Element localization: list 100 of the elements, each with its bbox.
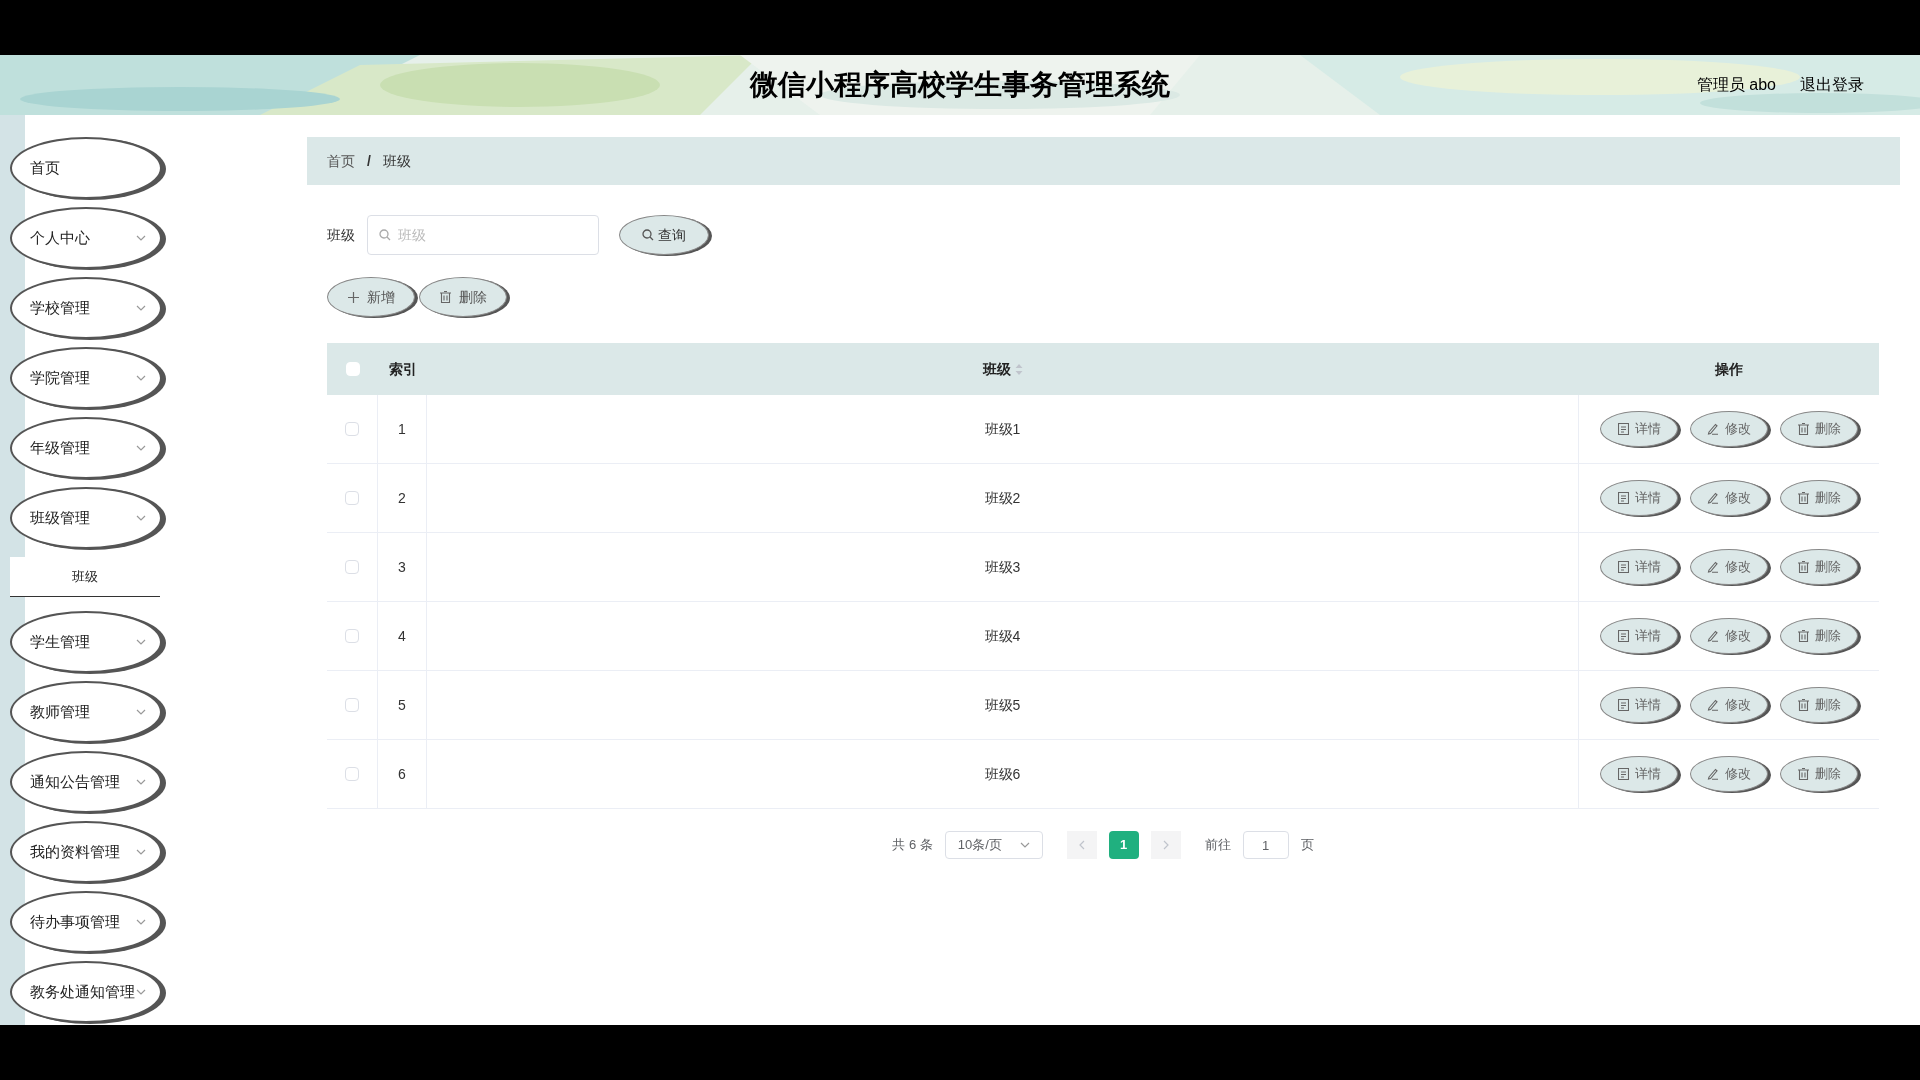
chevron-icon <box>136 919 146 925</box>
detail-button[interactable]: 详情 <box>1600 618 1678 654</box>
chevron-icon <box>136 989 146 995</box>
trash-icon <box>1797 423 1809 435</box>
search-icon <box>642 229 654 241</box>
table-cell-text: 班级4 <box>984 626 1021 646</box>
app-title: 微信小程序高校学生事务管理系统 <box>750 68 1170 102</box>
sidebar-item[interactable]: 我的资料管理 <box>10 821 162 883</box>
delete-button[interactable]: 删除 <box>1780 687 1858 723</box>
chevron-icon <box>136 235 146 241</box>
sidebar-item[interactable]: 教师管理 <box>10 681 162 743</box>
checkbox[interactable] <box>345 767 359 781</box>
checkbox[interactable] <box>345 560 359 574</box>
edit-button[interactable]: 修改 <box>1690 618 1768 654</box>
detail-button[interactable]: 详情 <box>1600 480 1678 516</box>
table-cell-text: 3 <box>398 557 406 577</box>
document-icon <box>1617 630 1629 642</box>
chevron-right-icon <box>1162 840 1169 850</box>
document-icon <box>1617 492 1629 504</box>
document-icon <box>1617 423 1629 435</box>
delete-button[interactable]: 删除 <box>1780 756 1858 792</box>
detail-button[interactable]: 详情 <box>1600 411 1678 447</box>
pencil-icon <box>1707 423 1719 435</box>
delete-button[interactable]: 删除 <box>419 277 507 317</box>
plus-icon <box>347 291 359 303</box>
search-field[interactable]: 班级 <box>367 215 599 255</box>
breadcrumb-link[interactable]: 首页 <box>327 150 355 172</box>
document-icon <box>1617 561 1629 573</box>
search-button[interactable]: 查询 <box>619 215 709 255</box>
checkbox[interactable] <box>345 629 359 643</box>
sidebar-item[interactable]: 学生管理 <box>10 611 162 673</box>
checkbox[interactable] <box>345 698 359 712</box>
chevron-icon <box>136 445 146 451</box>
submenu-item[interactable]: 班级 <box>10 557 160 597</box>
table-cell-text: 班级1 <box>984 419 1021 439</box>
chevron-icon <box>136 849 146 855</box>
sidebar-item[interactable]: 教务处通知管理 <box>10 961 162 1023</box>
page-input[interactable]: 1 <box>1242 831 1289 859</box>
chevron-left-icon <box>1078 840 1085 850</box>
checkbox[interactable] <box>345 491 359 505</box>
user-name: 管理员 abo <box>1696 75 1776 95</box>
chevron-icon <box>1019 842 1030 848</box>
delete-button[interactable]: 删除 <box>1780 411 1858 447</box>
edit-button[interactable]: 修改 <box>1690 549 1768 585</box>
edit-button[interactable]: 修改 <box>1690 480 1768 516</box>
sidebar-item[interactable]: 首页 <box>10 137 162 199</box>
table-cell-text: 班级3 <box>984 557 1021 577</box>
add-button[interactable]: 新增 <box>327 277 415 317</box>
chevron-icon <box>136 305 146 311</box>
sidebar-item[interactable]: 个人中心 <box>10 207 162 269</box>
table-cell-text: 6 <box>398 764 406 784</box>
chevron-icon <box>136 515 146 521</box>
goto-label: 前往 <box>1204 836 1231 855</box>
breadcrumb-separator: / <box>367 151 371 171</box>
trash-icon <box>1797 768 1809 780</box>
sidebar-item[interactable]: 待办事项管理 <box>10 891 162 953</box>
trash-icon <box>1797 699 1809 711</box>
table-cell-text: 5 <box>398 695 406 715</box>
sort-icon[interactable] <box>1015 363 1023 375</box>
detail-button[interactable]: 详情 <box>1600 687 1678 723</box>
sidebar-item[interactable]: 学院管理 <box>10 347 162 409</box>
edit-button[interactable]: 修改 <box>1690 756 1768 792</box>
delete-button[interactable]: 删除 <box>1780 549 1858 585</box>
edit-button[interactable]: 修改 <box>1690 687 1768 723</box>
pencil-icon <box>1707 630 1719 642</box>
breadcrumb-link[interactable]: 班级 <box>382 150 411 172</box>
detail-button[interactable]: 详情 <box>1600 549 1678 585</box>
total-count: 共 6 条 <box>892 836 933 855</box>
checkbox[interactable] <box>345 422 359 436</box>
pencil-icon <box>1707 699 1719 711</box>
edit-button[interactable]: 修改 <box>1690 411 1768 447</box>
chevron-icon <box>136 639 146 645</box>
table-cell-text: 班级5 <box>984 695 1021 715</box>
detail-button[interactable]: 详情 <box>1600 756 1678 792</box>
chevron-icon <box>136 779 146 785</box>
trash-icon <box>1797 630 1809 642</box>
sidebar-item[interactable]: 通知公告管理 <box>10 751 162 813</box>
table-cell-text: 班级6 <box>984 764 1021 784</box>
column-header: 索引 <box>388 359 417 379</box>
table-cell-text: 2 <box>398 488 406 508</box>
search-icon <box>379 229 391 241</box>
next-page-button[interactable] <box>1150 831 1181 859</box>
column-header: 操作 <box>1715 359 1743 379</box>
page-size-select[interactable]: 10条/页 <box>944 831 1043 859</box>
trash-icon <box>1797 492 1809 504</box>
trash-icon <box>439 291 451 303</box>
document-icon <box>1617 768 1629 780</box>
sidebar-item[interactable]: 学校管理 <box>10 277 162 339</box>
delete-button[interactable]: 删除 <box>1780 480 1858 516</box>
chevron-icon <box>136 375 146 381</box>
delete-button[interactable]: 删除 <box>1780 618 1858 654</box>
logout-link[interactable]: 退出登录 <box>1800 73 1864 97</box>
table-cell-text: 4 <box>398 626 406 646</box>
chevron-icon <box>136 709 146 715</box>
column-header: 班级 <box>983 359 1011 379</box>
sidebar-item[interactable]: 年级管理 <box>10 417 162 479</box>
pencil-icon <box>1707 561 1719 573</box>
sidebar-item[interactable]: 班级管理 <box>10 487 162 549</box>
pencil-icon <box>1707 492 1719 504</box>
previous-page-button[interactable] <box>1066 831 1097 859</box>
